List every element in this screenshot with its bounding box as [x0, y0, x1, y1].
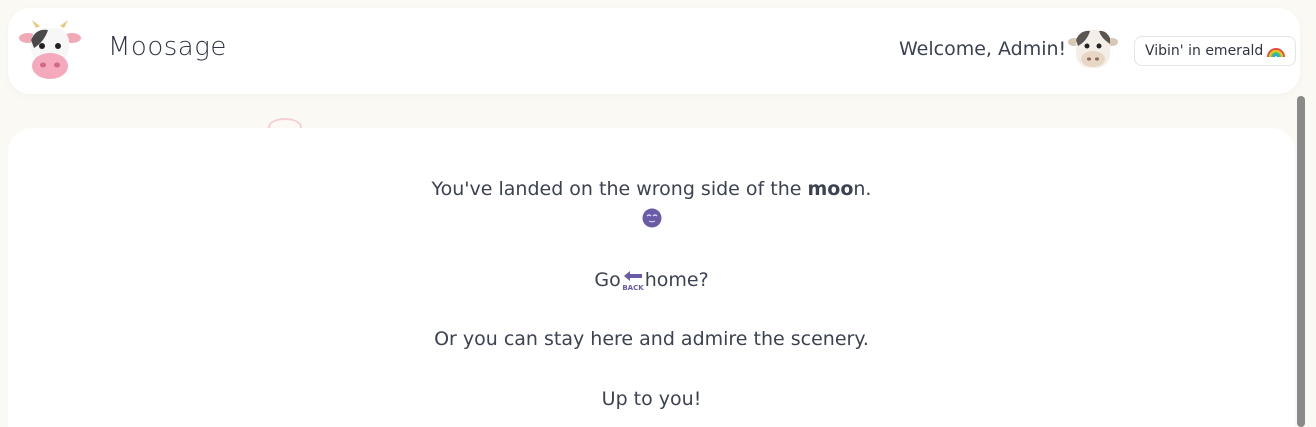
rainbow-icon [1267, 48, 1286, 58]
theme-button[interactable]: Vibin' in emerald [1134, 36, 1297, 66]
page: Moosage Welcome, Admin! Vibin' in emeral… [0, 0, 1316, 427]
wrong-side-message: You've landed on the wrong side of the m… [8, 178, 1295, 200]
up-to-you-line: Up to you! [601, 388, 702, 410]
message-bold-moo: moo [807, 178, 854, 200]
welcome-text: Welcome, Admin! [899, 38, 1067, 60]
message-prefix: You've landed on the wrong side of the [431, 178, 808, 200]
brand-name[interactable]: Moosage [108, 32, 227, 62]
back-arrow-icon[interactable]: BACK [621, 268, 645, 292]
home-text: home? [644, 269, 709, 291]
header-bar: Moosage Welcome, Admin! Vibin' in emeral… [8, 8, 1300, 94]
not-found-card: You've landed on the wrong side of the m… [8, 128, 1295, 427]
go-home-line: Go BACK home? [8, 268, 1295, 292]
stay-here-line: Or you can stay here and admire the scen… [434, 328, 869, 350]
purple-face-emoji [642, 208, 662, 228]
go-text: Go [594, 269, 621, 291]
message-suffix: n. [853, 178, 872, 200]
cow-face-icon[interactable] [18, 18, 82, 82]
vertical-scrollbar[interactable] [1297, 96, 1305, 427]
theme-label: Vibin' in emerald [1145, 43, 1264, 59]
cow-avatar-icon[interactable] [1068, 24, 1118, 74]
back-icon-label: BACK [622, 284, 644, 292]
